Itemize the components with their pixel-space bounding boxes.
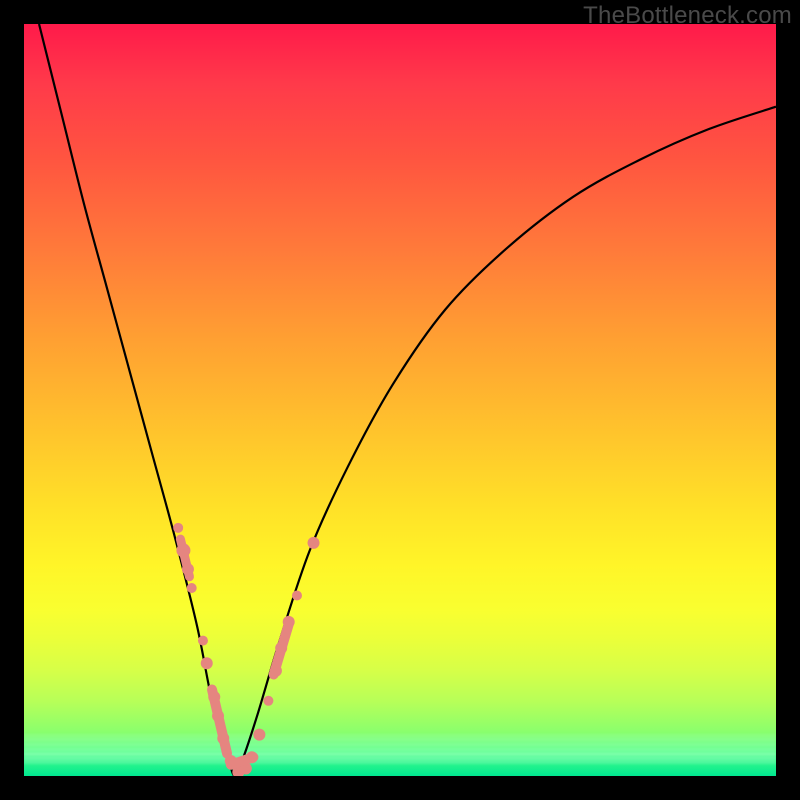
marker-group — [173, 523, 319, 776]
bottleneck-curve-svg — [24, 24, 776, 776]
watermark-text: TheBottleneck.com — [583, 2, 792, 30]
curve-marker — [187, 583, 197, 593]
bottleneck-curve — [39, 24, 776, 776]
chart-frame: TheBottleneck.com — [0, 0, 800, 800]
curve-marker-capsule — [180, 539, 189, 577]
curve-marker — [198, 636, 208, 646]
curve-marker — [173, 523, 183, 533]
curve-marker — [263, 696, 273, 706]
curve-marker — [292, 591, 302, 601]
curve-marker — [308, 537, 320, 549]
curve-marker-capsule — [231, 757, 254, 765]
plot-area — [24, 24, 776, 776]
curve-marker — [253, 729, 265, 741]
curve-marker — [201, 657, 213, 669]
